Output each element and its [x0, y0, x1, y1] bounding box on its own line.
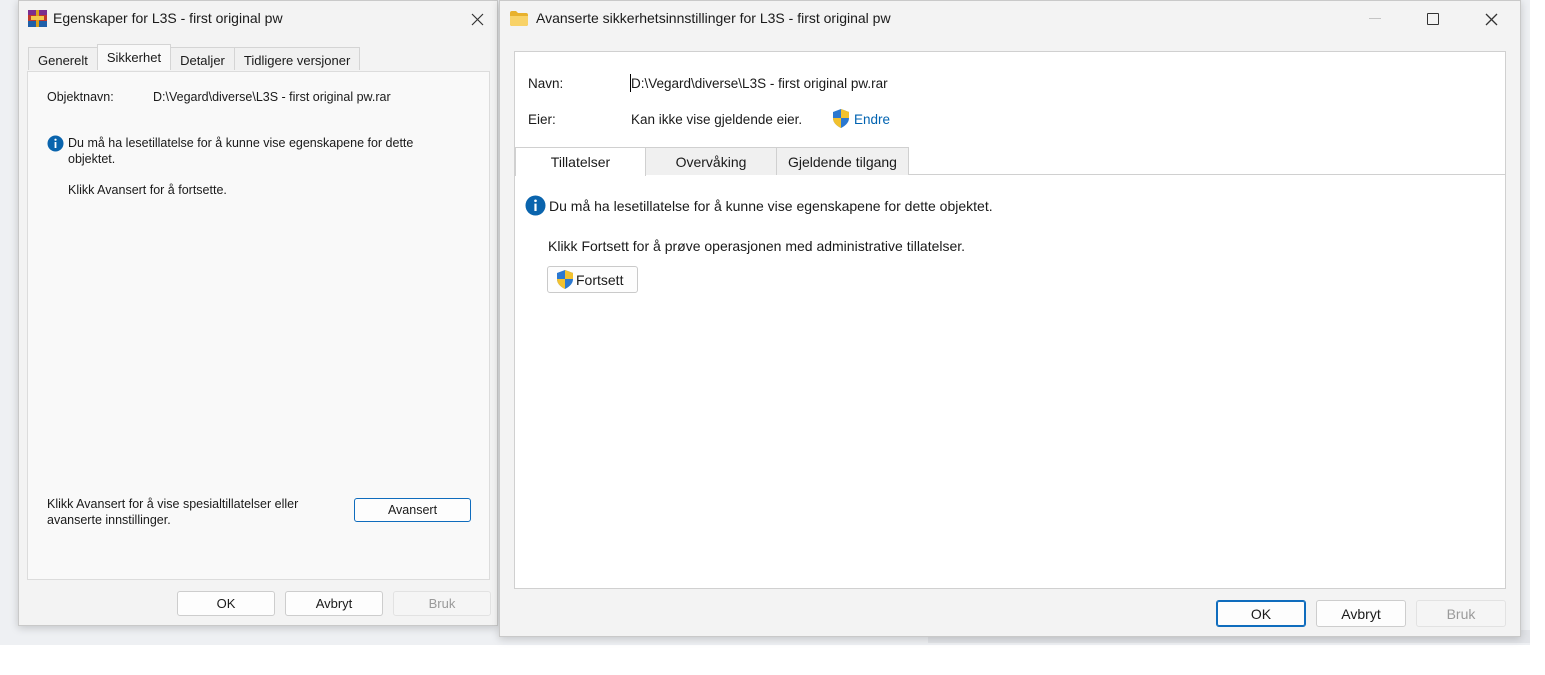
owner-value: Kan ikke vise gjeldende eier. — [631, 112, 803, 127]
info-message: Du må ha lesetillatelse for å kunne vise… — [68, 136, 414, 166]
tab-gjeldende-tilgang[interactable]: Gjeldende tilgang — [776, 147, 909, 175]
tab-strip: Tillatelser Overvåking Gjeldende tilgang — [515, 147, 909, 176]
info-icon — [525, 195, 546, 216]
tab-detaljer[interactable]: Detaljer — [170, 47, 235, 70]
info-message: Du må ha lesetillatelse for å kunne vise… — [549, 198, 993, 214]
cancel-button[interactable]: Avbryt — [285, 591, 383, 616]
ok-button[interactable]: OK — [1216, 600, 1306, 627]
maximize-button[interactable] — [1404, 1, 1462, 37]
name-value[interactable]: D:\Vegard\diverse\L3S - first original p… — [631, 76, 888, 91]
window-title: Avanserte sikkerhetsinnstillinger for L3… — [536, 10, 891, 26]
continue-button-label: Fortsett — [576, 271, 624, 288]
folder-icon — [510, 11, 528, 26]
tab-generelt[interactable]: Generelt — [28, 47, 98, 70]
uac-shield-icon — [557, 270, 573, 289]
title-bar[interactable]: Egenskaper for L3S - first original pw — [19, 1, 497, 37]
security-settings-panel: Navn: D:\Vegard\diverse\L3S - first orig… — [514, 51, 1506, 589]
minimize-button[interactable] — [1346, 1, 1404, 37]
close-icon — [471, 13, 483, 25]
object-name-label: Objektnavn: — [47, 90, 114, 104]
continue-button[interactable]: Fortsett — [547, 266, 638, 293]
tab-sikkerhet[interactable]: Sikkerhet — [96, 44, 172, 70]
apply-button[interactable]: Bruk — [1416, 600, 1506, 627]
uac-shield-icon — [833, 109, 849, 128]
owner-label: Eier: — [528, 112, 556, 127]
window-title: Egenskaper for L3S - first original pw — [53, 10, 283, 26]
advanced-button[interactable]: Avansert — [354, 498, 471, 522]
advanced-description: Klikk Avansert for å vise spesialtillate… — [47, 497, 299, 527]
name-label: Navn: — [528, 76, 564, 91]
advanced-security-dialog: Avanserte sikkerhetsinnstillinger for L3… — [499, 0, 1521, 637]
maximize-icon — [1427, 13, 1439, 25]
title-bar[interactable]: Avanserte sikkerhetsinnstillinger for L3… — [500, 1, 1520, 37]
tab-tillatelser[interactable]: Tillatelser — [515, 147, 646, 176]
winrar-icon — [28, 10, 47, 27]
tab-tidligere-versjoner[interactable]: Tidligere versjoner — [233, 47, 361, 70]
tab-overvaking[interactable]: Overvåking — [645, 147, 777, 175]
info-icon — [47, 135, 64, 152]
close-icon — [1485, 13, 1497, 25]
security-tab-panel: Objektnavn: D:\Vegard\diverse\L3S - firs… — [27, 71, 490, 580]
change-owner-link[interactable]: Endre — [854, 112, 890, 127]
close-button[interactable] — [1462, 1, 1520, 37]
object-name-value: D:\Vegard\diverse\L3S - first original p… — [153, 90, 391, 104]
close-button[interactable] — [457, 1, 497, 37]
tab-strip: Generelt Sikkerhet Detaljer Tidligere ve… — [28, 44, 361, 71]
minimize-icon — [1369, 18, 1381, 19]
cancel-button[interactable]: Avbryt — [1316, 600, 1406, 627]
click-hint: Klikk Avansert for å fortsette. — [68, 183, 227, 197]
apply-button[interactable]: Bruk — [393, 591, 491, 616]
click-hint: Klikk Fortsett for å prøve operasjonen m… — [548, 238, 966, 254]
properties-dialog: Egenskaper for L3S - first original pw G… — [18, 0, 498, 626]
ok-button[interactable]: OK — [177, 591, 275, 616]
